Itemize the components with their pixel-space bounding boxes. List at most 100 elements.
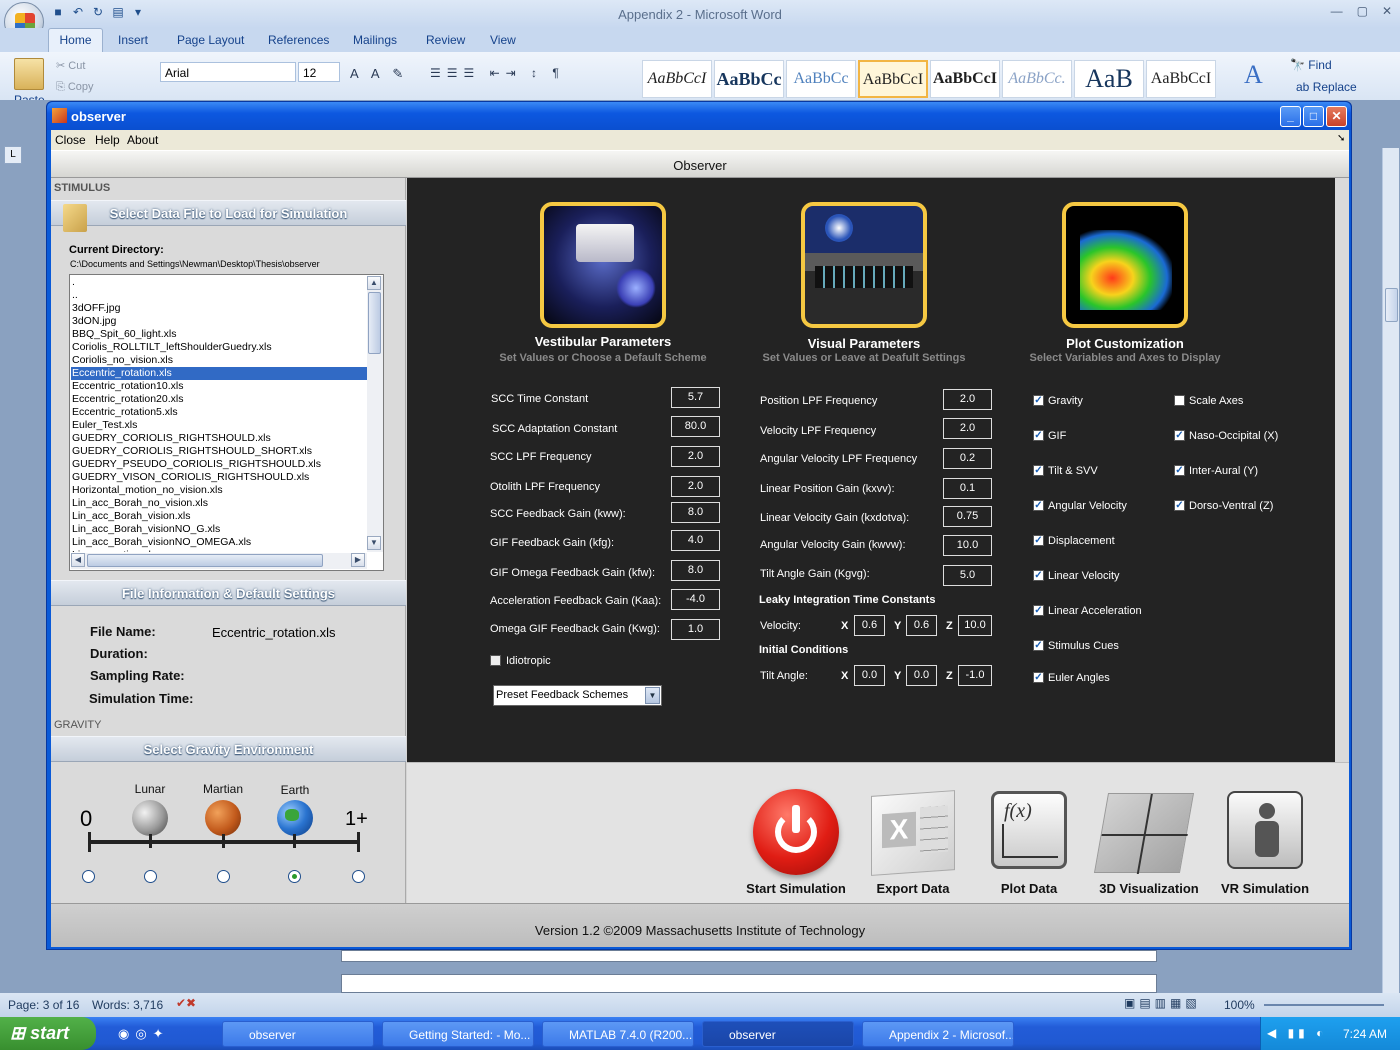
replace-button[interactable]: Replace bbox=[1313, 80, 1357, 94]
acceleration-gain-input[interactable]: -4.0 bbox=[671, 589, 720, 610]
file-list-item[interactable]: GUEDRY_CORIOLIS_RIGHTSHOULD.xls bbox=[71, 432, 367, 445]
maximize-icon[interactable]: ▢ bbox=[1357, 4, 1368, 18]
gif-omega-gain-input[interactable]: 8.0 bbox=[671, 560, 720, 581]
print-preview-icon[interactable]: ▤ bbox=[110, 4, 126, 20]
start-simulation-label[interactable]: Start Simulation bbox=[731, 881, 861, 896]
scc-time-constant-input[interactable]: 5.7 bbox=[671, 387, 720, 408]
file-list-item[interactable]: GUEDRY_PSEUDO_CORIOLIS_RIGHTSHOULD.xls bbox=[71, 458, 367, 471]
zoom-slider[interactable] bbox=[1264, 1004, 1384, 1006]
file-list-hscroll[interactable]: ◀ ▶ bbox=[71, 553, 367, 569]
tilt-x-input[interactable]: 0.0 bbox=[854, 665, 885, 686]
undo-icon[interactable]: ↶ bbox=[70, 4, 86, 20]
velocity-y-input[interactable]: 0.6 bbox=[906, 615, 937, 636]
linear-velocity-gain-input[interactable]: 0.75 bbox=[943, 506, 992, 527]
position-lpf-input[interactable]: 2.0 bbox=[943, 389, 992, 410]
file-list-item[interactable]: .. bbox=[71, 289, 367, 302]
start-button[interactable]: ⊞ start bbox=[0, 1017, 96, 1050]
file-list-item[interactable]: Eccentric_rotation20.xls bbox=[71, 393, 367, 406]
displacement-checkbox[interactable]: ✓ bbox=[1033, 535, 1044, 546]
tab-home[interactable]: Home bbox=[48, 28, 103, 52]
gravity-radio-martian[interactable] bbox=[217, 870, 230, 883]
stimulus-cues-checkbox[interactable]: ✓ bbox=[1033, 640, 1044, 651]
style-gallery-item[interactable]: AaBbCcI bbox=[930, 60, 1000, 98]
file-list-item[interactable]: Coriolis_no_vision.xls bbox=[71, 354, 367, 367]
scroll-down-icon[interactable]: ▼ bbox=[367, 536, 381, 550]
font-size-tools-icon[interactable]: A A ✎ bbox=[350, 66, 420, 82]
copy-button[interactable]: Copy bbox=[68, 81, 94, 93]
vr-simulation-button[interactable] bbox=[1227, 791, 1303, 869]
font-size-select[interactable]: 12 bbox=[298, 62, 340, 82]
gravity-radio-earth[interactable] bbox=[288, 870, 301, 883]
close-button[interactable]: ✕ bbox=[1326, 106, 1347, 127]
gravity-checkbox[interactable]: ✓ bbox=[1033, 395, 1044, 406]
menu-overflow-icon[interactable]: ➘ bbox=[1337, 133, 1345, 144]
linear-velocity-checkbox[interactable]: ✓ bbox=[1033, 570, 1044, 581]
style-gallery-item[interactable]: AaBbCcI bbox=[858, 60, 928, 98]
scroll-thumb[interactable] bbox=[87, 554, 323, 567]
naso-occipital-checkbox[interactable]: ✓ bbox=[1174, 430, 1185, 441]
file-list-item[interactable]: Lin_acc_Borah_visionNO_OMEGA.xls bbox=[71, 536, 367, 549]
menu-help[interactable]: Help bbox=[95, 133, 120, 147]
export-data-label[interactable]: Export Data bbox=[848, 881, 978, 896]
scc-feedback-gain-input[interactable]: 8.0 bbox=[671, 502, 720, 523]
gravity-radio-lunar[interactable] bbox=[144, 870, 157, 883]
angular-velocity-gain-input[interactable]: 10.0 bbox=[943, 535, 992, 556]
style-gallery-item[interactable]: AaBbCcI bbox=[642, 60, 712, 98]
scroll-thumb[interactable] bbox=[1385, 288, 1398, 322]
task-matlab[interactable]: MATLAB 7.4.0 (R200... bbox=[542, 1021, 694, 1047]
angular-velocity-checkbox[interactable]: ✓ bbox=[1033, 500, 1044, 511]
linear-position-gain-input[interactable]: 0.1 bbox=[943, 478, 992, 499]
save-icon[interactable]: ■ bbox=[50, 4, 66, 20]
dorso-ventral-checkbox[interactable]: ✓ bbox=[1174, 500, 1185, 511]
menu-close[interactable]: Close bbox=[55, 133, 86, 147]
plot-data-button[interactable]: f(x) bbox=[991, 791, 1067, 869]
plot-data-label[interactable]: Plot Data bbox=[964, 881, 1094, 896]
change-styles-icon[interactable]: A bbox=[1244, 60, 1263, 90]
gif-checkbox[interactable]: ✓ bbox=[1033, 430, 1044, 441]
tab-review[interactable]: Review bbox=[426, 33, 465, 47]
file-list-item[interactable]: Eccentric_rotation5.xls bbox=[71, 406, 367, 419]
paragraph-tools-icon[interactable]: ☰☰☰ ⇤⇥ ↕ ¶ bbox=[430, 66, 630, 82]
velocity-lpf-input[interactable]: 2.0 bbox=[943, 418, 992, 439]
tab-references[interactable]: References bbox=[268, 33, 329, 47]
file-list-item[interactable]: GUEDRY_CORIOLIS_RIGHTSHOULD_SHORT.xls bbox=[71, 445, 367, 458]
3d-visualization-button[interactable] bbox=[1093, 793, 1195, 874]
velocity-z-input[interactable]: 10.0 bbox=[958, 615, 992, 636]
task-word[interactable]: Appendix 2 - Microsof... bbox=[862, 1021, 1014, 1047]
task-observer-active[interactable]: observer bbox=[702, 1021, 854, 1047]
preset-schemes-select[interactable]: Preset Feedback Schemes ▼ bbox=[493, 685, 662, 706]
proofing-icon[interactable]: ✔✖ bbox=[176, 996, 196, 1010]
gravity-radio-zero[interactable] bbox=[82, 870, 95, 883]
word-count[interactable]: Words: 3,716 bbox=[92, 998, 163, 1012]
visual-parameters-button[interactable] bbox=[801, 202, 927, 328]
gravity-radio-one-plus[interactable] bbox=[352, 870, 365, 883]
quick-launch-icon[interactable]: ◉◎✦ bbox=[118, 1026, 170, 1042]
vestibular-parameters-button[interactable] bbox=[540, 202, 666, 328]
file-list-vscroll[interactable]: ▲ ▼ bbox=[367, 276, 383, 552]
file-list-item[interactable]: Eccentric_rotation.xls bbox=[71, 367, 367, 380]
file-list-item[interactable]: 3dOFF.jpg bbox=[71, 302, 367, 315]
file-list-item[interactable]: Lin_acc_Borah_no_vision.xls bbox=[71, 497, 367, 510]
file-list-item[interactable]: GUEDRY_VISON_CORIOLIS_RIGHTSHOULD.xls bbox=[71, 471, 367, 484]
font-name-select[interactable]: Arial bbox=[160, 62, 296, 82]
find-button[interactable]: Find bbox=[1308, 58, 1331, 72]
paste-icon[interactable] bbox=[14, 58, 44, 90]
word-vertical-scrollbar[interactable] bbox=[1382, 148, 1399, 993]
file-list-item[interactable]: . bbox=[71, 276, 367, 289]
style-gallery-item[interactable]: AaBbCc. bbox=[1002, 60, 1072, 98]
tab-mailings[interactable]: Mailings bbox=[353, 33, 397, 47]
velocity-x-input[interactable]: 0.6 bbox=[854, 615, 885, 636]
customize-qat-icon[interactable]: ▾ bbox=[130, 4, 146, 20]
angular-velocity-lpf-input[interactable]: 0.2 bbox=[943, 448, 992, 469]
close-icon[interactable]: ✕ bbox=[1382, 4, 1392, 18]
clock[interactable]: 7:24 AM bbox=[1343, 1027, 1387, 1041]
scc-adaptation-input[interactable]: 80.0 bbox=[671, 416, 720, 437]
tab-selector-icon[interactable]: L bbox=[4, 146, 22, 164]
tilt-angle-gain-input[interactable]: 5.0 bbox=[943, 565, 992, 586]
file-list-item[interactable]: Euler_Test.xls bbox=[71, 419, 367, 432]
zoom-level[interactable]: 100% bbox=[1224, 998, 1255, 1012]
file-list-item[interactable]: Lin_acc_Borah_vision.xls bbox=[71, 510, 367, 523]
style-gallery-item[interactable]: AaBbCc bbox=[786, 60, 856, 98]
view-buttons-icon[interactable]: ▣▤▥▦▧ bbox=[1124, 996, 1201, 1010]
scroll-thumb[interactable] bbox=[368, 292, 381, 354]
